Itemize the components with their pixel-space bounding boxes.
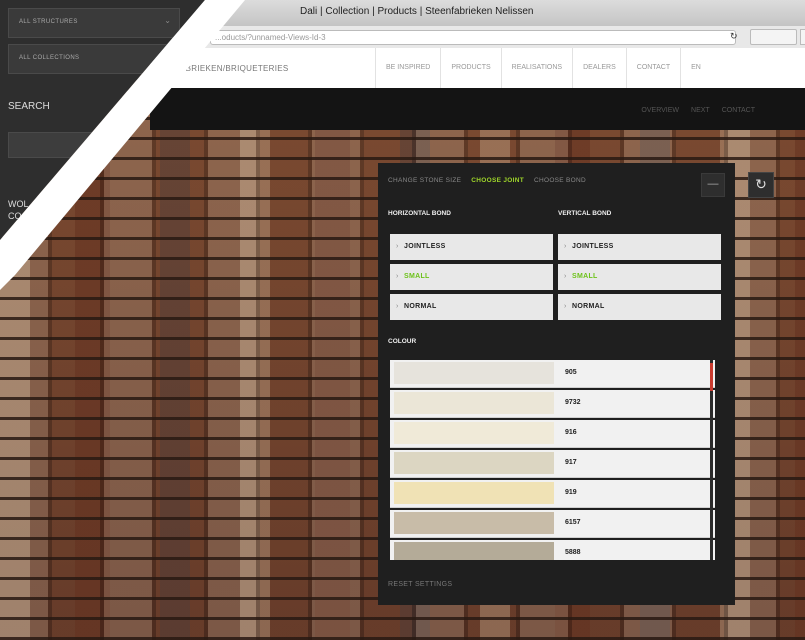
browser-menu-button[interactable] (800, 29, 805, 45)
main-menu: BE INSPIRED PRODUCTS REALISATIONS DEALER… (375, 48, 711, 88)
browser-window: Dali | Collection | Products | Steenfabr… (150, 0, 805, 130)
subnav-contact[interactable]: CONTACT (722, 107, 755, 114)
swatch-code: 905 (565, 369, 577, 376)
colour-swatch-row[interactable]: 6157 (390, 510, 715, 538)
swatch-chip (394, 452, 554, 474)
swatch-code: 916 (565, 429, 577, 436)
swatch-code: 5888 (565, 549, 581, 556)
language-selector[interactable]: EN (680, 48, 711, 88)
horizontal-option-small[interactable]: › SMALL (390, 264, 553, 290)
sub-navigation: OVERVIEW NEXT CONTACT (150, 88, 805, 130)
address-bar: ...oducts/?unnamed-Views-Id-3 ↻ (150, 26, 805, 49)
colour-title: COLOUR (388, 338, 417, 345)
horizontal-bond-title: HORIZONTAL BOND (388, 210, 451, 217)
reset-settings-link[interactable]: RESET SETTINGS (388, 581, 452, 588)
chevron-down-icon: ⌄ (164, 16, 171, 25)
swatch-scroll-thumb[interactable] (710, 363, 713, 391)
collections-select-label: ALL COLLECTIONS (19, 55, 80, 61)
tab-choose-joint[interactable]: CHOOSE JOINT (471, 177, 524, 184)
subnav-next[interactable]: NEXT (691, 107, 710, 114)
subnav-overview[interactable]: OVERVIEW (641, 107, 679, 114)
refresh-icon[interactable]: ↻ (748, 172, 774, 198)
site-brand[interactable]: ABRIEKEN/BRIQUETERIES (180, 64, 289, 73)
colour-swatch-row[interactable]: 917 (390, 450, 715, 478)
swatch-code: 917 (565, 459, 577, 466)
colour-swatch-row[interactable]: 905 (390, 360, 715, 388)
reload-icon[interactable]: ↻ (730, 31, 738, 42)
chevron-right-icon: › (564, 273, 567, 280)
tab-choose-bond[interactable]: CHOOSE BOND (534, 177, 586, 184)
minus-icon[interactable]: — (701, 173, 725, 197)
menu-item-products[interactable]: PRODUCTS (440, 48, 500, 88)
screenshot: Dali | Collection | Products | Steenfabr… (0, 0, 805, 640)
chevron-right-icon: › (396, 243, 399, 250)
swatch-chip (394, 362, 554, 384)
menu-item-inspired[interactable]: BE INSPIRED (375, 48, 440, 88)
swatch-code: 919 (565, 489, 577, 496)
structures-select[interactable]: ALL STRUCTURES ⌄ (8, 8, 180, 38)
chevron-right-icon: › (564, 303, 567, 310)
colour-swatch-row[interactable]: 919 (390, 480, 715, 508)
chevron-right-icon: › (396, 273, 399, 280)
vertical-option-normal[interactable]: › NORMAL (558, 294, 721, 320)
swatch-chip (394, 542, 554, 560)
site-navigation: ABRIEKEN/BRIQUETERIES BE INSPIRED PRODUC… (150, 48, 805, 89)
colour-swatch-row[interactable]: 9732 (390, 390, 715, 418)
menu-item-realisations[interactable]: REALISATIONS (500, 48, 572, 88)
vertical-bond-title: VERTICAL BOND (558, 210, 612, 217)
url-field[interactable]: ...oducts/?unnamed-Views-Id-3 (210, 30, 736, 45)
swatch-chip (394, 512, 554, 534)
menu-item-dealers[interactable]: DEALERS (572, 48, 626, 88)
browser-titlebar: Dali | Collection | Products | Steenfabr… (150, 0, 805, 27)
search-label: SEARCH (8, 101, 50, 112)
colour-swatch-row[interactable]: 916 (390, 420, 715, 448)
vertical-option-jointless[interactable]: › JOINTLESS (558, 234, 721, 260)
swatch-chip (394, 482, 554, 504)
swatch-chip (394, 392, 554, 414)
vertical-option-small[interactable]: › SMALL (558, 264, 721, 290)
colour-swatch-row[interactable]: 5888 (390, 540, 715, 560)
tab-stone-size[interactable]: CHANGE STONE SIZE (388, 177, 461, 184)
configurator-panel: CHANGE STONE SIZE CHOOSE JOINT CHOOSE BO… (378, 163, 735, 605)
chevron-right-icon: › (564, 243, 567, 250)
panel-tabs: CHANGE STONE SIZE CHOOSE JOINT CHOOSE BO… (388, 177, 586, 184)
structures-select-label: ALL STRUCTURES (19, 19, 78, 25)
chevron-right-icon: › (396, 303, 399, 310)
swatch-code: 6157 (565, 519, 581, 526)
horizontal-option-jointless[interactable]: › JOINTLESS (390, 234, 553, 260)
swatch-chip (394, 422, 554, 444)
horizontal-option-normal[interactable]: › NORMAL (390, 294, 553, 320)
swatch-code: 9732 (565, 399, 581, 406)
colour-swatch-list: 905 9732 916 917 919 6157 5888 (390, 360, 715, 560)
window-title: Dali | Collection | Products | Steenfabr… (300, 6, 534, 17)
browser-search-field[interactable] (750, 29, 797, 45)
menu-item-contact[interactable]: CONTACT (625, 48, 680, 88)
